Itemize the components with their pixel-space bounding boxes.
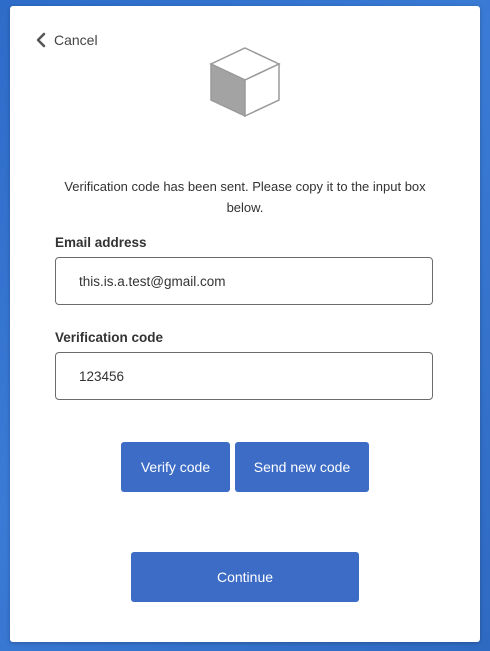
- email-label: Email address: [55, 235, 147, 250]
- send-new-code-button[interactable]: Send new code: [235, 442, 369, 492]
- verification-code-field[interactable]: [55, 352, 433, 400]
- cancel-label: Cancel: [54, 32, 98, 48]
- verification-code-label: Verification code: [55, 330, 164, 345]
- email-field[interactable]: [55, 257, 433, 305]
- continue-button[interactable]: Continue: [131, 552, 359, 602]
- chevron-left-icon: [36, 32, 46, 48]
- sign-in-card: Cancel Verification code has been sent. …: [10, 6, 480, 642]
- cancel-link[interactable]: Cancel: [34, 32, 98, 48]
- verify-code-button[interactable]: Verify code: [121, 442, 230, 492]
- verification-message: Verification code has been sent. Please …: [64, 179, 426, 215]
- cube-icon: [209, 47, 281, 118]
